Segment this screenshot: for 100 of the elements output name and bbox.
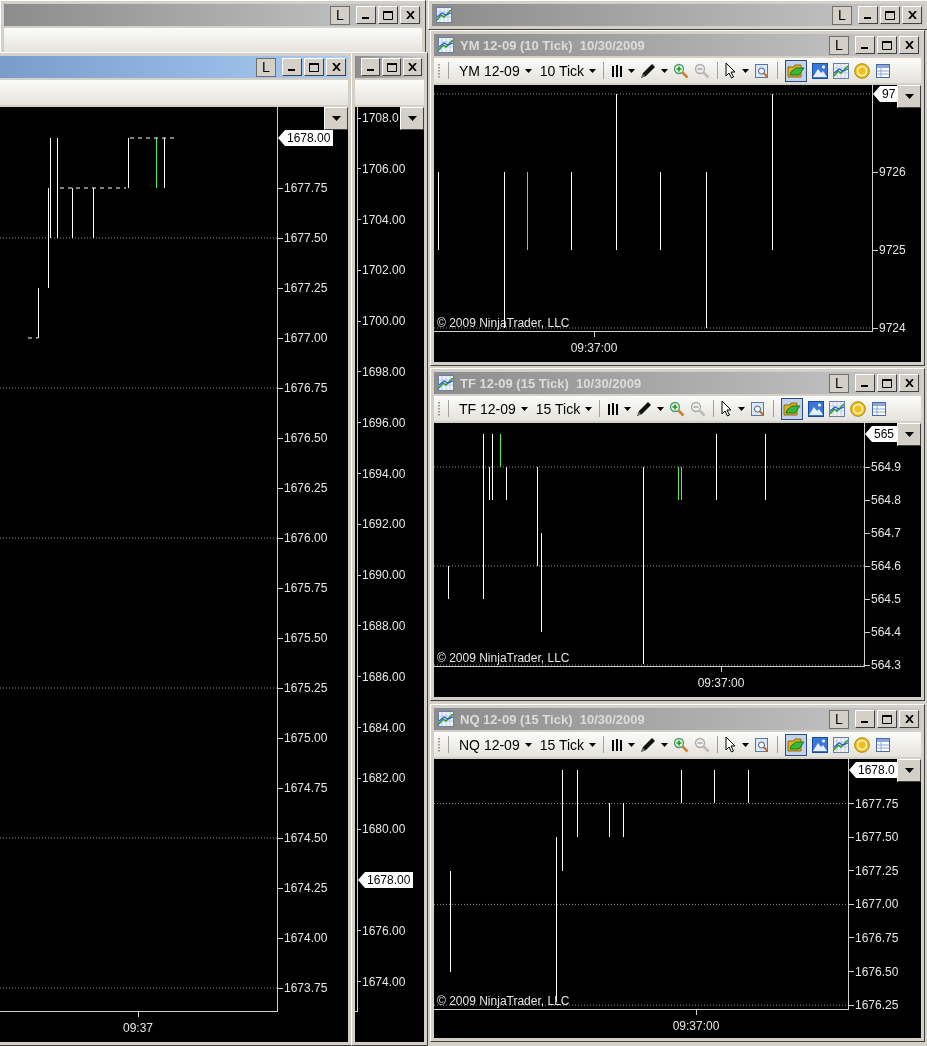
toolbar-grip[interactable] <box>438 62 441 79</box>
maximize-button[interactable] <box>378 6 398 24</box>
table-icon[interactable] <box>875 736 892 753</box>
toggle-button[interactable] <box>781 397 804 420</box>
close-button[interactable] <box>400 6 420 24</box>
image-icon[interactable] <box>812 736 829 753</box>
coin-icon[interactable] <box>854 62 871 79</box>
maximize-button[interactable] <box>877 374 897 392</box>
maximize-icon <box>383 10 393 20</box>
caret-icon[interactable] <box>524 742 532 747</box>
caret-icon[interactable] <box>738 406 746 411</box>
lock-button[interactable]: L <box>829 709 849 729</box>
minimize-button[interactable] <box>858 6 878 24</box>
instrument-dropdown[interactable]: TF 12-09 <box>459 400 516 417</box>
close-button[interactable] <box>899 374 919 392</box>
close-button[interactable] <box>899 710 919 728</box>
cursor-icon[interactable] <box>725 62 738 79</box>
window-title: YM 12-09 (10 Tick) 10/30/2009 <box>460 37 646 53</box>
lock-button[interactable]: L <box>829 35 849 55</box>
instrument-dropdown[interactable]: NQ 12-09 <box>459 736 520 753</box>
lock-button[interactable]: L <box>829 373 849 393</box>
minimize-button[interactable] <box>361 58 380 76</box>
page-magnifier-icon[interactable] <box>750 400 767 417</box>
time-label: 09:37 <box>123 1021 153 1035</box>
pencil-icon[interactable] <box>640 736 657 753</box>
interval-dropdown[interactable]: 10 Tick <box>539 62 585 79</box>
caret-icon[interactable] <box>589 742 597 747</box>
dropdown-button[interactable] <box>897 423 921 446</box>
caret-icon[interactable] <box>742 742 750 747</box>
axis-label: 1677.75 <box>284 181 328 195</box>
page-magnifier-icon[interactable] <box>754 736 771 753</box>
axis-label: 1686.00 <box>362 669 406 684</box>
dropdown-button[interactable] <box>400 107 424 130</box>
caret-icon[interactable] <box>589 68 597 73</box>
caret-icon[interactable] <box>520 406 528 411</box>
bars-icon[interactable] <box>607 400 620 417</box>
close-button[interactable] <box>326 58 346 76</box>
dropdown-button[interactable] <box>897 759 921 782</box>
table-icon[interactable] <box>875 62 892 79</box>
caret-icon[interactable] <box>624 406 632 411</box>
bars-icon[interactable] <box>611 62 624 79</box>
axis-label: 1702.00 <box>362 263 406 278</box>
minimize-button[interactable] <box>855 710 875 728</box>
lock-button[interactable]: L <box>256 57 276 77</box>
chart-icon[interactable] <box>833 62 850 79</box>
window-icon <box>436 7 452 23</box>
time-label: 09:37:00 <box>697 676 745 690</box>
bars-icon[interactable] <box>611 736 624 753</box>
coin-icon[interactable] <box>850 400 867 417</box>
lock-button[interactable]: L <box>832 5 852 25</box>
dropdown-button[interactable] <box>897 85 921 108</box>
toolbar-grip[interactable] <box>438 400 441 417</box>
instrument-dropdown[interactable]: YM 12-09 <box>459 62 520 79</box>
minimize-button[interactable] <box>356 6 376 24</box>
price-marker: 1678.00 <box>278 130 334 146</box>
maximize-button[interactable] <box>304 58 324 76</box>
lock-button[interactable]: L <box>330 5 350 25</box>
page-magnifier-icon[interactable] <box>754 62 771 79</box>
interval-dropdown[interactable]: 15 Tick <box>539 736 585 753</box>
minimize-button[interactable] <box>282 58 302 76</box>
pencil-icon[interactable] <box>636 400 653 417</box>
image-icon[interactable] <box>812 62 829 79</box>
close-button[interactable] <box>403 58 422 76</box>
caret-icon[interactable] <box>628 742 636 747</box>
caret-icon[interactable] <box>661 68 669 73</box>
coin-icon[interactable] <box>854 736 871 753</box>
chart-icon[interactable] <box>829 400 846 417</box>
maximize-icon <box>309 62 319 72</box>
caret-icon[interactable] <box>742 68 750 73</box>
minimize-button[interactable] <box>855 374 875 392</box>
image-icon[interactable] <box>808 400 825 417</box>
minimize-button[interactable] <box>855 36 875 54</box>
toolbar <box>355 80 424 105</box>
toolbar-grip[interactable] <box>438 736 441 753</box>
axis-label: 1682.00 <box>362 771 406 786</box>
caret-icon[interactable] <box>661 742 669 747</box>
caret-icon[interactable] <box>524 68 532 73</box>
close-button[interactable] <box>902 6 922 24</box>
caret-icon[interactable] <box>585 406 593 411</box>
maximize-button[interactable] <box>877 710 897 728</box>
pencil-icon[interactable] <box>640 62 657 79</box>
caret-icon[interactable] <box>628 68 636 73</box>
chart-icon[interactable] <box>833 736 850 753</box>
table-icon[interactable] <box>871 400 888 417</box>
dropdown-button[interactable] <box>324 107 348 130</box>
axis-label: 1692.00 <box>362 517 406 532</box>
close-button[interactable] <box>899 36 919 54</box>
maximize-button[interactable] <box>382 58 401 76</box>
toggle-button[interactable] <box>785 59 808 82</box>
cursor-icon[interactable] <box>721 400 734 417</box>
axis-label: 1680.00 <box>362 822 406 837</box>
toggle-button[interactable] <box>785 733 808 756</box>
caret-icon[interactable] <box>657 406 665 411</box>
axis-label: 1694.00 <box>362 466 406 481</box>
maximize-icon <box>882 378 892 388</box>
maximize-button[interactable] <box>877 36 897 54</box>
interval-dropdown[interactable]: 15 Tick <box>535 400 581 417</box>
copyright-text: © 2009 NinjaTrader, LLC <box>437 651 570 665</box>
cursor-icon[interactable] <box>725 736 738 753</box>
maximize-button[interactable] <box>880 6 900 24</box>
